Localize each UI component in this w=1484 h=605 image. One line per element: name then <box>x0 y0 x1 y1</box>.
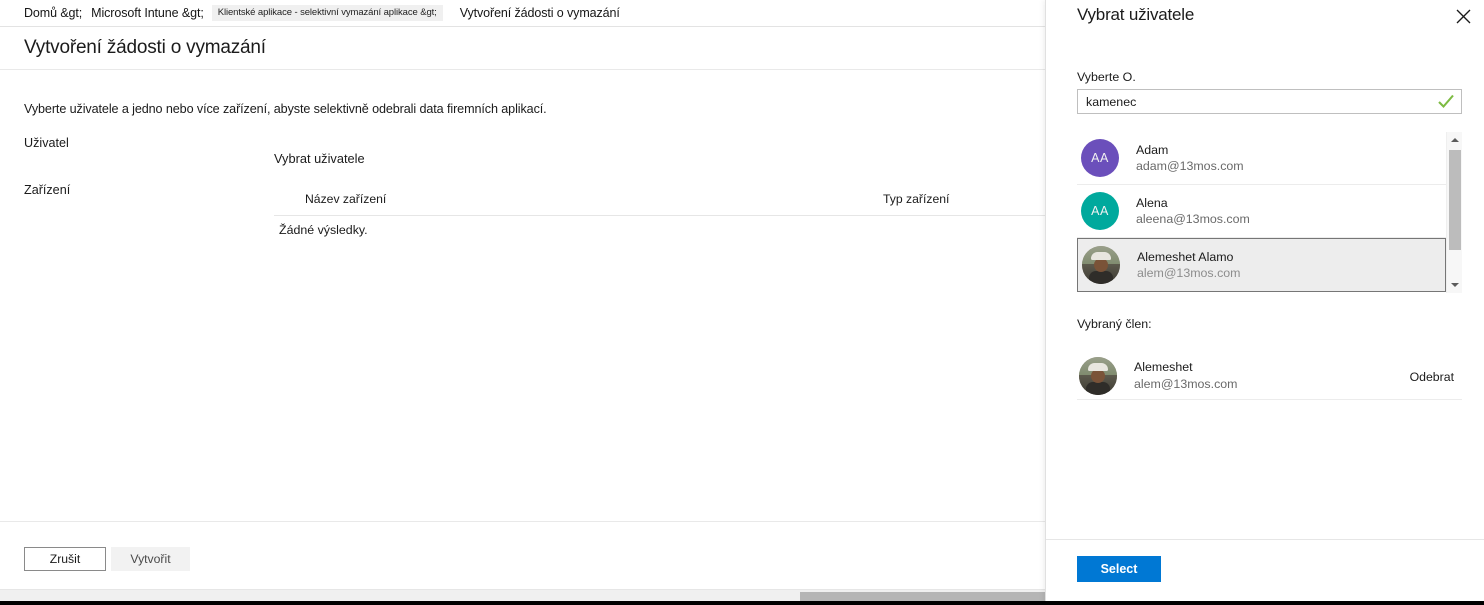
breadcrumb-item-intune[interactable]: Microsoft Intune &gt; <box>91 6 204 20</box>
search-field-wrapper[interactable] <box>1077 89 1462 114</box>
vertical-scrollbar-thumb[interactable] <box>1449 150 1461 250</box>
checkmark-icon <box>1438 94 1454 109</box>
page-title: Vytvoření žádosti o vymazání <box>24 37 266 58</box>
select-button[interactable]: Select <box>1077 556 1161 582</box>
user-field-label: Uživatel <box>24 136 69 150</box>
scroll-up-icon[interactable] <box>1447 132 1463 148</box>
user-name: Alemeshet <box>1134 360 1193 375</box>
pane-title: Vybrat uživatele <box>1077 5 1195 24</box>
select-user-pane: Vybrat uživatele Vyberte O. AA <box>1045 0 1484 605</box>
close-icon[interactable] <box>1450 3 1476 29</box>
column-header-device-type: Typ zařízení <box>883 192 950 206</box>
avatar: AA <box>1081 139 1119 177</box>
user-email: adam@13mos.com <box>1136 159 1244 173</box>
pane-footer-bar: Select <box>1046 539 1484 605</box>
scroll-down-icon[interactable] <box>1447 277 1463 293</box>
user-email: aleena@13mos.com <box>1136 212 1250 226</box>
breadcrumb-item-current: Vytvoření žádosti o vymazání <box>459 6 620 20</box>
vertical-scrollbar[interactable] <box>1446 132 1462 293</box>
device-table-header: Název zařízení Typ zařízení <box>274 190 1045 216</box>
user-name: Alemeshet Alamo <box>1137 249 1234 264</box>
cancel-button[interactable]: Zrušit <box>24 547 106 571</box>
user-identity: Adam adam@13mos.com <box>1136 142 1244 175</box>
avatar-initials: AA <box>1091 151 1109 165</box>
select-user-link[interactable]: Vybrat uživatele <box>274 151 365 166</box>
avatar-initials: AA <box>1091 204 1109 218</box>
user-identity: Alemeshet Alamo alem@13mos.com <box>1137 249 1240 282</box>
bottom-strip <box>0 601 1484 605</box>
column-header-device-name: Název zařízení <box>305 192 387 206</box>
user-email: alem@13mos.com <box>1137 266 1241 280</box>
selected-member-label: Vybraný člen: <box>1077 317 1152 331</box>
user-identity: Alena aleena@13mos.com <box>1136 195 1250 228</box>
page-title-bar: Vytvoření žádosti o vymazání <box>0 27 1045 70</box>
search-field-label: Vyberte O. <box>1077 70 1136 84</box>
breadcrumb-item-client-apps[interactable]: Klientské aplikace - selektivní vymazání… <box>211 5 443 21</box>
list-item[interactable]: AA Adam adam@13mos.com <box>1077 132 1446 185</box>
user-name: Adam <box>1136 142 1169 157</box>
main-blade: Domů &gt; Microsoft Intune &gt; Klientsk… <box>0 0 1045 605</box>
avatar <box>1082 246 1120 284</box>
create-button[interactable]: Vytvořit <box>111 547 190 571</box>
app-root: Domů &gt; Microsoft Intune &gt; Klientsk… <box>0 0 1484 605</box>
list-item[interactable]: AA Alena aleena@13mos.com <box>1077 185 1446 238</box>
selected-member-row: Alemeshet alem@13mos.com Odebrat <box>1077 352 1462 400</box>
user-results-list: AA Adam adam@13mos.com AA Alena aleena@1… <box>1077 132 1462 293</box>
main-footer-bar: Zrušit Vytvořit <box>0 521 1045 589</box>
device-table-empty-message: Žádné výsledky. <box>279 223 368 237</box>
search-input[interactable] <box>1078 90 1433 113</box>
avatar <box>1079 356 1117 395</box>
avatar: AA <box>1081 192 1119 230</box>
user-name: Alena <box>1136 195 1168 210</box>
device-field-label: Zařízení <box>24 183 71 197</box>
device-table: Název zařízení Typ zařízení Žádné výsled… <box>274 190 1045 237</box>
user-email: alem@13mos.com <box>1134 376 1238 391</box>
user-results-scroll-area: AA Adam adam@13mos.com AA Alena aleena@1… <box>1077 132 1446 293</box>
breadcrumb: Domů &gt; Microsoft Intune &gt; Klientsk… <box>0 0 1045 27</box>
remove-member-link[interactable]: Odebrat <box>1410 370 1454 384</box>
page-description: Vyberte uživatele a jedno nebo více zaří… <box>24 102 547 116</box>
breadcrumb-item-home[interactable]: Domů &gt; <box>24 6 82 20</box>
user-identity: Alemeshet alem@13mos.com <box>1134 359 1237 392</box>
list-item[interactable]: Alemeshet Alamo alem@13mos.com <box>1077 238 1446 292</box>
